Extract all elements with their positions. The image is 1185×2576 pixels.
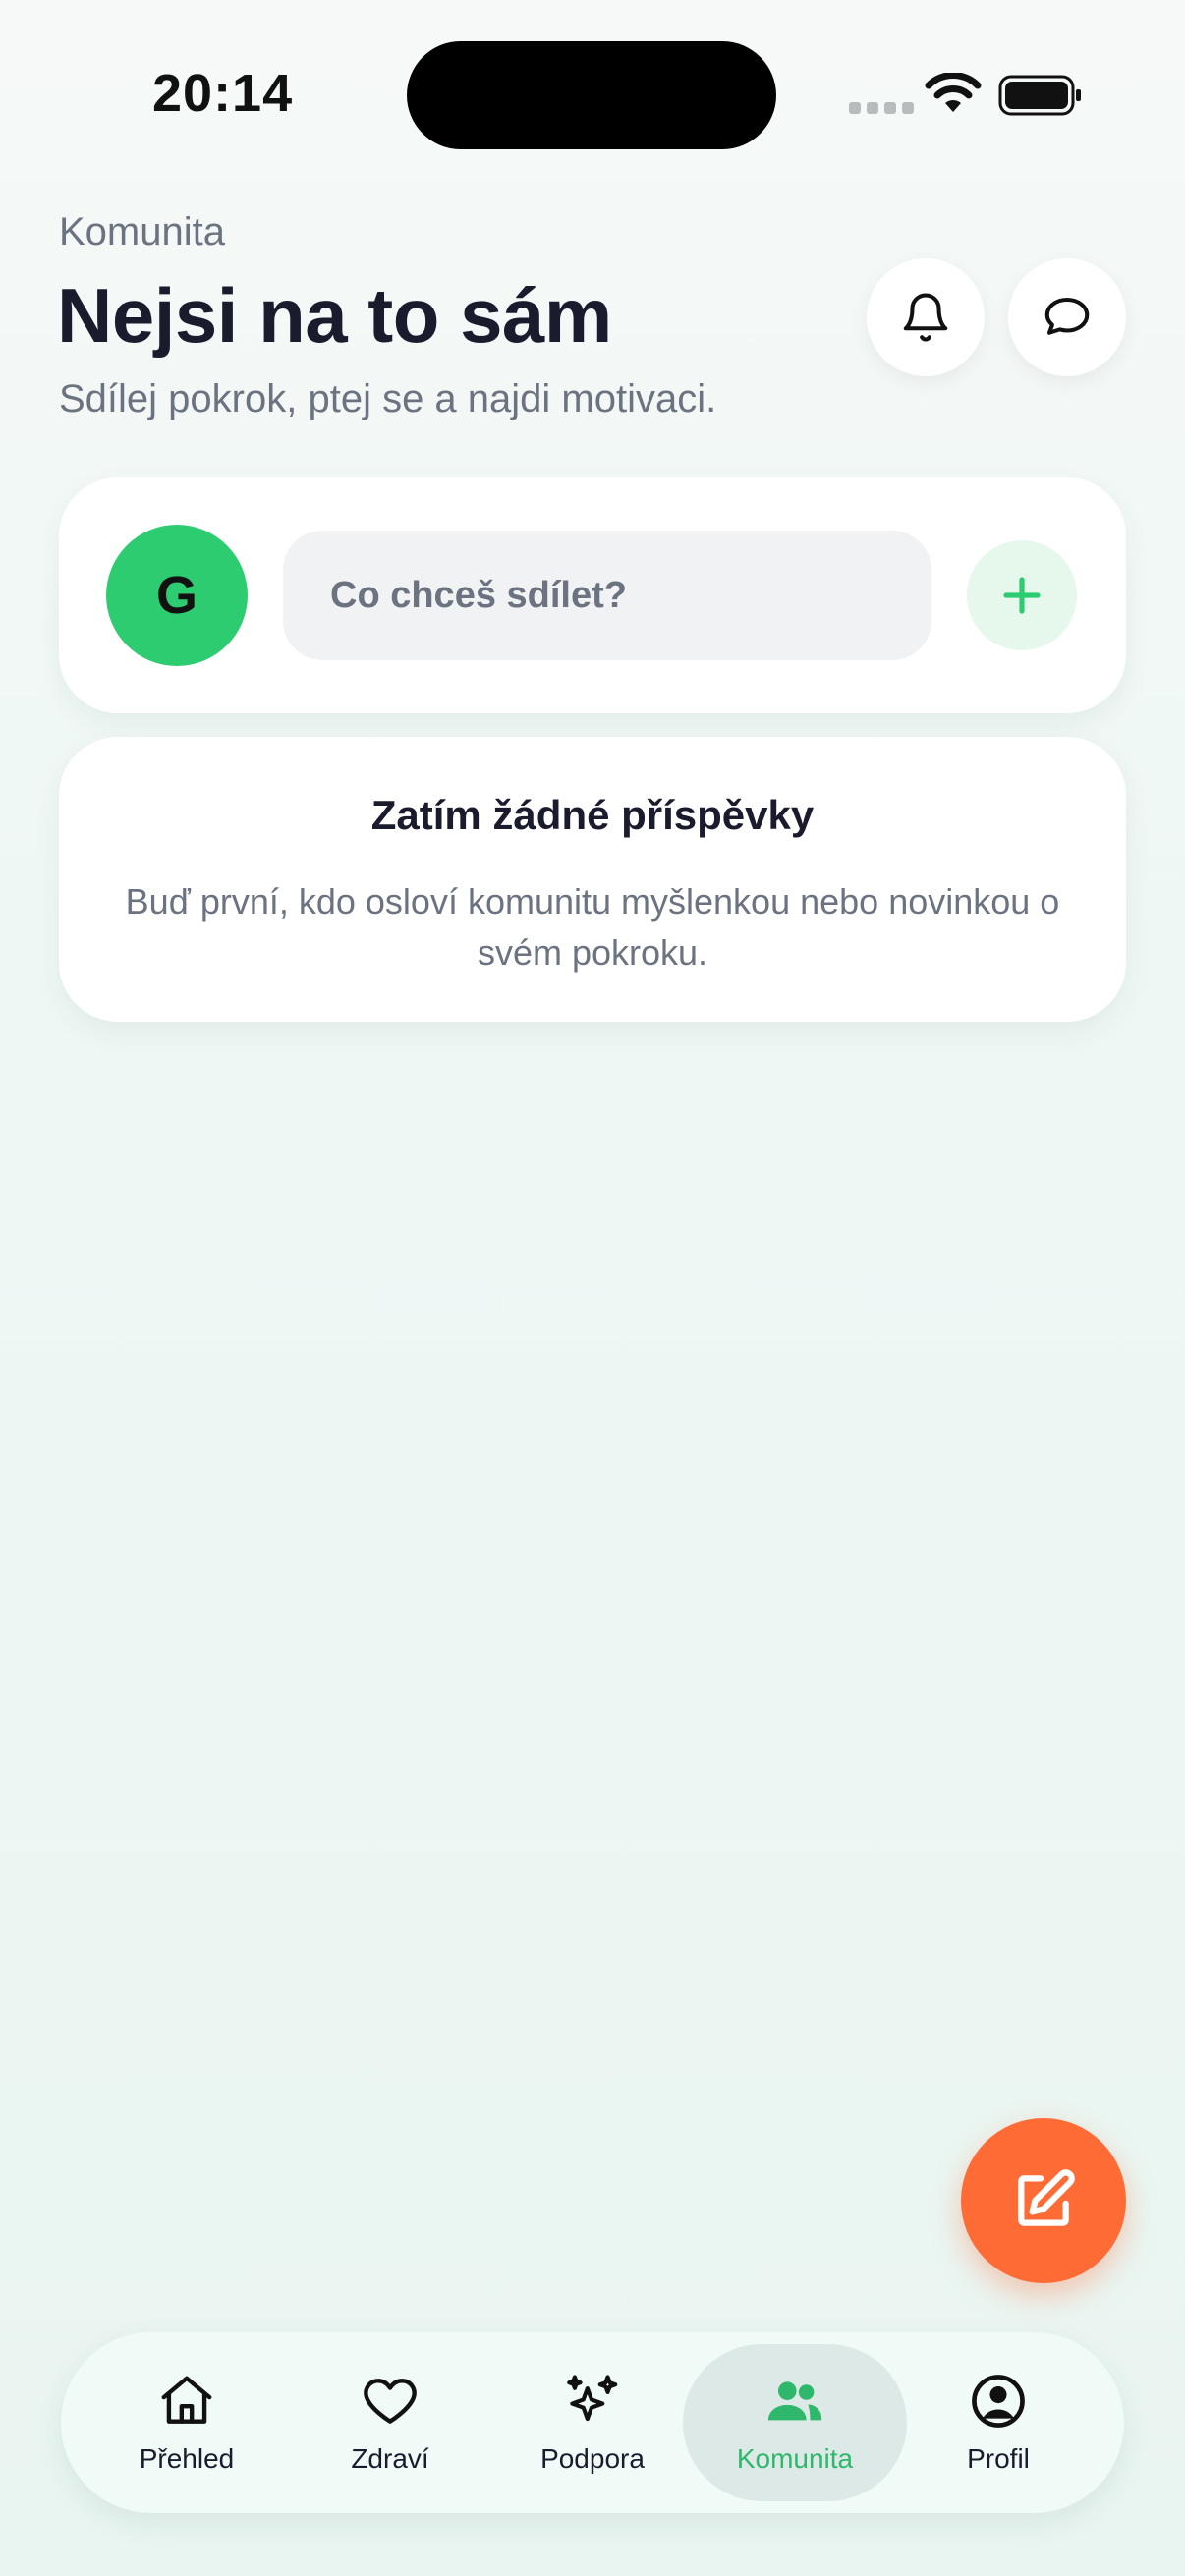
nav-label: Profil [967,2443,1030,2474]
page-subtitle: Sdílej pokrok, ptej se a najdi motivaci. [59,377,717,420]
nav-label: Zdraví [351,2443,429,2474]
section-label: Komunita [59,210,225,253]
empty-state-text: Buď první, kdo osloví komunitu myšlenkou… [125,881,1060,973]
avatar[interactable]: G [106,525,248,666]
people-icon [767,2381,822,2421]
nav-label: Přehled [139,2443,235,2474]
nav-item-komunita[interactable]: Komunita [683,2344,907,2501]
nav-label: Podpora [540,2443,645,2474]
status-bar: 20:14 [0,0,1185,187]
composer-input[interactable]: Co chceš sdílet? [283,531,931,660]
compose-fab-button[interactable] [961,2118,1126,2283]
plus-icon [1003,577,1041,614]
bottom-nav: Přehled Zdraví Podpora Komunita Profil [61,2332,1124,2513]
battery-icon [998,75,1081,116]
add-post-button[interactable] [967,540,1077,650]
nav-item-profil[interactable]: Profil [886,2344,1110,2501]
nav-label: Komunita [736,2443,854,2474]
heart-icon [364,2379,417,2424]
chat-bubble-icon [1044,297,1090,335]
messages-button[interactable] [1008,258,1126,376]
user-circle-icon [972,2375,1025,2428]
page-title: Nejsi na to sám [57,272,612,359]
home-icon [161,2376,212,2424]
dynamic-island [407,41,776,149]
bell-icon [903,293,948,342]
cellular-signal-icon [849,102,914,114]
sparkles-icon [567,2375,618,2422]
nav-item-zdravi[interactable]: Zdraví [278,2344,502,2501]
composer-card: G Co chceš sdílet? [59,477,1126,713]
nav-item-prehled[interactable]: Přehled [75,2344,299,2501]
nav-item-podpora[interactable]: Podpora [480,2344,705,2501]
empty-state-title: Zatím žádné příspěvky [370,792,815,838]
compose-icon [1018,2169,1075,2226]
empty-state-card: Zatím žádné příspěvky Buď první, kdo osl… [59,737,1126,1022]
notifications-button[interactable] [867,258,985,376]
status-time: 20:14 [152,64,294,123]
wifi-icon [925,73,982,112]
